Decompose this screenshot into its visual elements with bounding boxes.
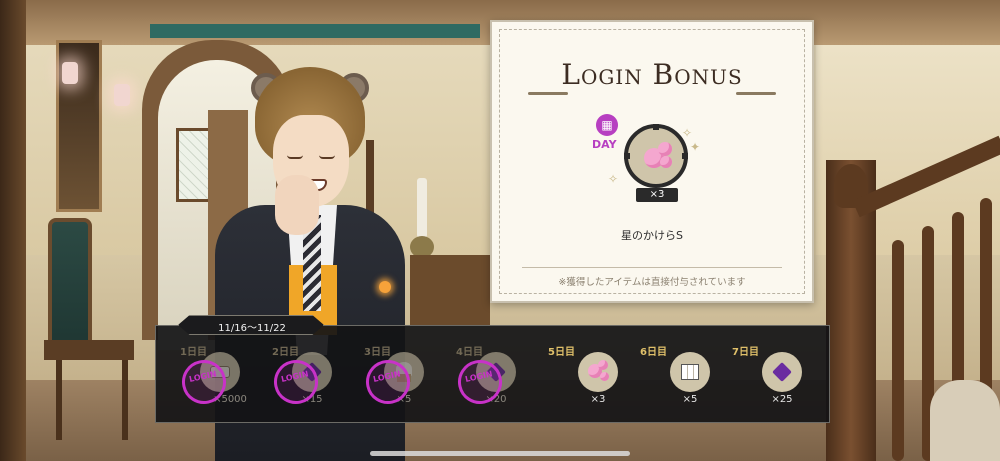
cabinet bbox=[410, 255, 490, 325]
character-hand bbox=[275, 175, 319, 235]
ceiling-trim bbox=[150, 24, 480, 38]
frame-tick bbox=[682, 153, 688, 159]
title-flourish-left bbox=[528, 92, 568, 95]
day-label: 7日目 bbox=[732, 347, 759, 358]
day-label: 6日目 bbox=[640, 347, 667, 358]
chair-leg bbox=[122, 360, 128, 440]
frame-tick bbox=[624, 153, 630, 159]
reward-circle bbox=[670, 352, 710, 392]
sparkle-icon: ✦ bbox=[690, 140, 701, 154]
day-5-reward[interactable]: 5日目 ×3 bbox=[548, 343, 640, 413]
day-label: 4日目 bbox=[456, 347, 483, 358]
glowing-badge-icon bbox=[379, 281, 391, 293]
chair bbox=[48, 218, 92, 348]
gem-icon bbox=[772, 362, 792, 382]
day-1-reward[interactable]: 1日目 ×5000 LOGIN bbox=[177, 343, 272, 413]
granted-note: ※獲得したアイテムは直接付与されています bbox=[558, 277, 746, 288]
day-7-reward[interactable]: 7日目 ×25 bbox=[732, 343, 824, 413]
day-6-reward[interactable]: 6日目 ×5 bbox=[640, 343, 732, 413]
sparkle-icon: ✧ bbox=[608, 172, 619, 186]
chair-leg bbox=[56, 360, 62, 440]
featured-item-quantity: ×3 bbox=[636, 188, 678, 202]
reward-quantity: ×3 bbox=[590, 394, 606, 405]
home-indicator[interactable] bbox=[370, 451, 630, 456]
wall-lamp-icon bbox=[62, 62, 78, 84]
day-3-reward[interactable]: 3日目 ×5 LOGIN bbox=[361, 343, 456, 413]
chair-seat bbox=[44, 340, 134, 360]
vase bbox=[930, 380, 1000, 461]
closed-eye bbox=[287, 155, 303, 159]
reward-quantity: ×25 bbox=[771, 394, 793, 405]
star-fragment-piece bbox=[598, 360, 608, 370]
baluster bbox=[892, 240, 904, 461]
day-label: 1日目 bbox=[180, 347, 207, 358]
login-bonus-panel: Login Bonus ▦ DAY ×3 ✦ ✧ ✧ 星のかけらS ※獲得したア… bbox=[490, 20, 814, 303]
star-fragment-piece bbox=[600, 372, 609, 381]
featured-item-frame[interactable] bbox=[624, 124, 688, 188]
star-fragment-piece bbox=[660, 156, 672, 168]
wooden-pillar bbox=[0, 0, 26, 461]
closed-eye bbox=[319, 155, 335, 159]
candle-icon bbox=[417, 178, 427, 238]
day-label: 2日目 bbox=[272, 347, 299, 358]
featured-item-name: 星のかけらS bbox=[621, 229, 683, 242]
title-flourish-right bbox=[736, 92, 776, 95]
day-label: DAY bbox=[592, 138, 617, 151]
reward-circle bbox=[762, 352, 802, 392]
day-label: 5日目 bbox=[548, 347, 575, 358]
sparkle-icon: ✧ bbox=[682, 126, 693, 140]
divider bbox=[522, 267, 782, 268]
sugar-cubes-icon bbox=[681, 364, 699, 380]
wall-lamp-icon bbox=[114, 84, 130, 106]
reward-quantity: ×5 bbox=[682, 394, 698, 405]
star-fragment-piece bbox=[658, 142, 672, 156]
day-label: 3日目 bbox=[364, 347, 391, 358]
frame-tick bbox=[653, 124, 659, 130]
login-bonus-title: Login Bonus bbox=[561, 58, 743, 91]
day-4-reward[interactable]: 4日目 ×20 LOGIN bbox=[453, 343, 548, 413]
calendar-icon: ▦ bbox=[596, 114, 618, 136]
day-2-reward[interactable]: 2日目 ×15 LOGIN bbox=[269, 343, 364, 413]
date-range-tab: 11/16〜11/22 bbox=[178, 315, 324, 335]
reward-circle bbox=[578, 352, 618, 392]
date-range-text: 11/16〜11/22 bbox=[218, 323, 286, 334]
